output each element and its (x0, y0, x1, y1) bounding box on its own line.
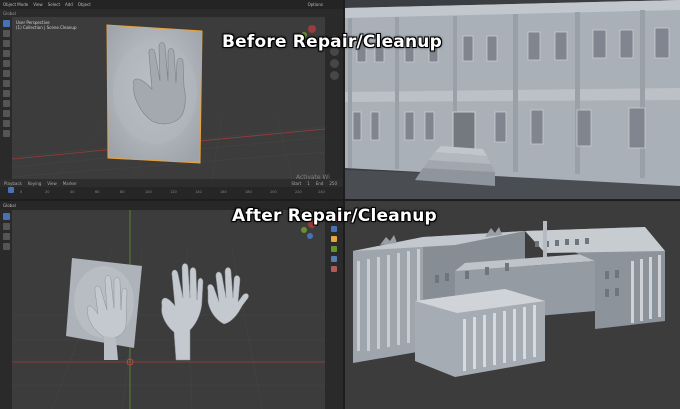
transform-orientation-dropdown[interactable]: Global (3, 11, 16, 16)
rotate-tool-icon[interactable] (2, 50, 10, 57)
object-tab-icon[interactable] (331, 236, 337, 242)
forearm-1-mesh (104, 336, 118, 360)
menu-select[interactable]: Select (48, 2, 60, 7)
before-repair-title: Before Repair/Cleanup (222, 32, 442, 52)
output-tab-icon[interactable] (331, 226, 337, 232)
rotate-tool-icon[interactable] (2, 243, 10, 250)
object-mode-dropdown[interactable]: Object Mode (3, 2, 28, 7)
frame-tick: 160 (220, 190, 227, 194)
start-frame-value[interactable]: 1 (307, 181, 310, 186)
third-hand-mesh (207, 267, 249, 325)
viewport-info-text: User Perspective (1) Collection | Scene.… (16, 20, 77, 30)
building-after-scene (345, 201, 680, 409)
after-repair-title: After Repair/Cleanup (232, 206, 437, 226)
frame-tick: 20 (45, 190, 50, 194)
frame-tick: 200 (270, 190, 277, 194)
select-box-tool-icon[interactable] (2, 20, 10, 27)
facade-before-scene (345, 0, 680, 199)
frame-tick: 80 (120, 190, 125, 194)
blender-after-panel: Global (0, 201, 343, 409)
timeline-view-menu[interactable]: View (47, 181, 57, 186)
blender-before-panel: Object Mode View Select Add Object Optio… (0, 0, 343, 199)
playhead[interactable] (8, 187, 14, 193)
frame-tick: 60 (95, 190, 100, 194)
menu-add[interactable]: Add (65, 2, 73, 7)
frame-tick: 240 (318, 190, 325, 194)
properties-tabs (325, 210, 343, 409)
viewport-scene-after (12, 210, 325, 409)
menu-object[interactable]: Object (78, 2, 91, 7)
end-frame-value[interactable]: 250 (329, 181, 337, 186)
3d-viewport-after[interactable] (12, 210, 325, 409)
frame-tick: 140 (195, 190, 202, 194)
viewport-header: Global (0, 9, 343, 17)
frame-tick: 120 (170, 190, 177, 194)
transform-orientation-dropdown-bottom[interactable]: Global (3, 203, 16, 208)
collection-label: (1) Collection | Scene.Cleanup (16, 25, 77, 30)
options-dropdown[interactable]: Options (308, 2, 323, 7)
move-tool-icon[interactable] (2, 40, 10, 47)
timeline-marker-menu[interactable]: Marker (63, 181, 77, 186)
toolbar-left (0, 17, 12, 179)
cursor-tool-icon[interactable] (2, 223, 10, 230)
physics-tab-icon[interactable] (331, 256, 337, 262)
frame-tick: 220 (295, 190, 302, 194)
timeline-ruler[interactable]: 0 20 40 60 80 100 120 140 160 180 200 22… (0, 187, 343, 199)
scale-tool-icon[interactable] (2, 60, 10, 67)
add-cube-tool-icon[interactable] (2, 100, 10, 107)
start-frame-label: Start (291, 180, 302, 186)
frame-tick: 180 (245, 190, 252, 194)
extrude-tool-icon[interactable] (2, 110, 10, 117)
toolbar-left-bottom (0, 210, 12, 409)
timeline-keying-menu[interactable]: Keying (28, 181, 41, 186)
camera-icon[interactable] (329, 59, 339, 68)
frame-tick: 40 (70, 190, 75, 194)
timeline-playback-menu[interactable]: Playback (4, 181, 22, 186)
floor-grid (12, 249, 325, 409)
material-tab-icon[interactable] (331, 266, 337, 272)
grid-toggle-icon[interactable] (329, 71, 339, 80)
cursor-tool-icon[interactable] (2, 30, 10, 37)
chimney (543, 221, 547, 257)
activate-windows-watermark: Activate Wi (296, 174, 330, 181)
bevel-tool-icon[interactable] (2, 130, 10, 137)
modifier-tab-icon[interactable] (331, 246, 337, 252)
annotate-tool-icon[interactable] (2, 80, 10, 87)
building-after-render (345, 201, 680, 409)
inset-tool-icon[interactable] (2, 120, 10, 127)
frame-tick: 0 (20, 190, 23, 194)
transform-tool-icon[interactable] (2, 70, 10, 77)
move-tool-icon[interactable] (2, 233, 10, 240)
building-before-render (345, 0, 680, 199)
standalone-hand-mesh (161, 263, 204, 361)
select-box-tool-icon[interactable] (2, 213, 10, 220)
end-frame-label: End (315, 180, 324, 186)
menu-view[interactable]: View (33, 2, 43, 7)
timeline-panel: Playback Keying View Marker Start 1 End … (0, 179, 343, 199)
measure-tool-icon[interactable] (2, 90, 10, 97)
frame-tick: 100 (145, 190, 152, 194)
blender-top-menu-bar: Object Mode View Select Add Object Optio… (0, 0, 343, 9)
